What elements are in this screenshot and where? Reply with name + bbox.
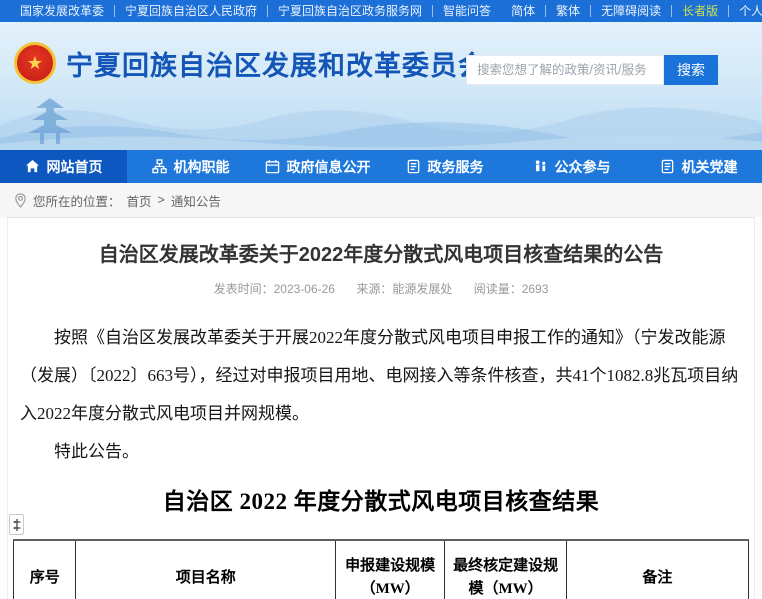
topbar: 国家发展改革委 宁夏回族自治区人民政府 宁夏回族自治区政务服务网 智能问答 简体… — [0, 0, 762, 22]
link-ndrc[interactable]: 国家发展改革委 — [10, 5, 115, 17]
people-icon — [533, 159, 548, 174]
article-source: 来源：能源发展处 — [356, 282, 452, 296]
breadcrumb-separator: > — [158, 193, 165, 207]
breadcrumb: 您所在的位置： 首页 > 通知公告 — [0, 183, 762, 217]
article-meta: 发表时间：2023-06-26 来源：能源发展处 阅读量：2693 — [8, 280, 754, 297]
link-gov-service-site[interactable]: 宁夏回族自治区政务服务网 — [268, 5, 433, 17]
link-elder-version[interactable]: 长者版 — [672, 5, 729, 17]
main-nav: 网站首页 机构职能 政府信息公开 政务服务 公众参与 机关党建 — [0, 150, 762, 183]
article-paragraph: 特此公告。 — [20, 433, 742, 471]
breadcrumb-prefix: 您所在的位置： — [33, 191, 121, 210]
nav-label: 机构职能 — [174, 157, 230, 177]
nav-item-home[interactable]: 网站首页 — [0, 150, 127, 183]
nav-item-party-building[interactable]: 机关党建 — [635, 150, 762, 183]
result-table: 序号 项目名称 申报建设规模（MW） 最终核定建设规模（MW） 备注 纳入 20… — [13, 539, 749, 599]
nav-label: 机关党建 — [682, 157, 738, 177]
table-header-row: 序号 项目名称 申报建设规模（MW） 最终核定建设规模（MW） 备注 — [14, 540, 749, 599]
mountains-decoration — [0, 80, 762, 150]
org-chart-icon — [152, 159, 167, 174]
article-title: 自治区发展改革委关于2022年度分散式风电项目核查结果的公告 — [8, 242, 754, 268]
view-count: 阅读量：2693 — [474, 282, 549, 296]
col-header-remarks: 备注 — [566, 540, 748, 599]
col-header-approved-capacity: 最终核定建设规模（MW） — [445, 540, 566, 599]
topbar-left-links: 国家发展改革委 宁夏回族自治区人民政府 宁夏回族自治区政务服务网 智能问答 — [10, 5, 501, 17]
search-input[interactable] — [466, 55, 664, 85]
nav-item-functions[interactable]: 机构职能 — [127, 150, 254, 183]
national-emblem-icon: ★ — [14, 42, 56, 84]
nav-label: 公众参与 — [555, 157, 611, 177]
breadcrumb-home-link[interactable]: 首页 — [127, 191, 152, 210]
table-select-handle[interactable] — [9, 514, 24, 535]
result-table-caption: 自治区 2022 年度分散式风电项目核查结果 — [8, 487, 754, 517]
nav-label: 网站首页 — [47, 157, 103, 177]
article-card: 自治区发展改革委关于2022年度分散式风电项目核查结果的公告 发表时间：2023… — [7, 217, 755, 599]
publish-time: 发表时间：2023-06-26 — [214, 282, 335, 296]
search-button[interactable]: 搜索 — [664, 55, 718, 85]
content-area: 自治区发展改革委关于2022年度分散式风电项目核查结果的公告 发表时间：2023… — [0, 217, 762, 599]
result-table-wrap: 序号 项目名称 申报建设规模（MW） 最终核定建设规模（MW） 备注 纳入 20… — [13, 539, 749, 599]
location-pin-icon — [14, 193, 27, 208]
col-header-project-name: 项目名称 — [76, 540, 335, 599]
link-regional-gov[interactable]: 宁夏回族自治区人民政府 — [115, 5, 268, 17]
topbar-right-links: 简体 繁体 无障碍阅读 长者版 个人中心 — [501, 5, 762, 17]
col-header-index: 序号 — [14, 540, 76, 599]
article-paragraph: 按照《自治区发展改革委关于开展2022年度分散式风电项目申报工作的通知》（宁发改… — [20, 319, 742, 433]
link-simplified-chinese[interactable]: 简体 — [501, 5, 546, 17]
form-icon — [406, 159, 421, 174]
site-title: 宁夏回族自治区发展和改革委员会 — [66, 44, 486, 83]
home-icon — [25, 159, 40, 174]
link-personal-center[interactable]: 个人中心 — [729, 5, 762, 17]
banner: ★ 宁夏回族自治区发展和改革委员会 搜索 — [0, 22, 762, 150]
breadcrumb-current[interactable]: 通知公告 — [171, 191, 221, 210]
form-icon — [660, 159, 675, 174]
table-cursor-icon — [12, 518, 22, 532]
nav-item-public-participation[interactable]: 公众参与 — [508, 150, 635, 183]
link-accessibility[interactable]: 无障碍阅读 — [591, 5, 672, 17]
article-body: 按照《自治区发展改革委关于开展2022年度分散式风电项目申报工作的通知》（宁发改… — [8, 319, 754, 471]
link-smart-qa[interactable]: 智能问答 — [433, 5, 501, 17]
nav-item-services[interactable]: 政务服务 — [381, 150, 508, 183]
calendar-icon — [265, 159, 280, 174]
col-header-declared-capacity: 申报建设规模（MW） — [335, 540, 445, 599]
site-search: 搜索 — [466, 55, 718, 85]
nav-label: 政务服务 — [428, 157, 484, 177]
pagoda-decoration — [26, 98, 74, 144]
link-traditional-chinese[interactable]: 繁体 — [546, 5, 591, 17]
site-brand: ★ 宁夏回族自治区发展和改革委员会 — [14, 42, 486, 84]
page: 国家发展改革委 宁夏回族自治区人民政府 宁夏回族自治区政务服务网 智能问答 简体… — [0, 0, 762, 599]
nav-label: 政府信息公开 — [287, 157, 371, 177]
nav-item-info-disclosure[interactable]: 政府信息公开 — [254, 150, 381, 183]
